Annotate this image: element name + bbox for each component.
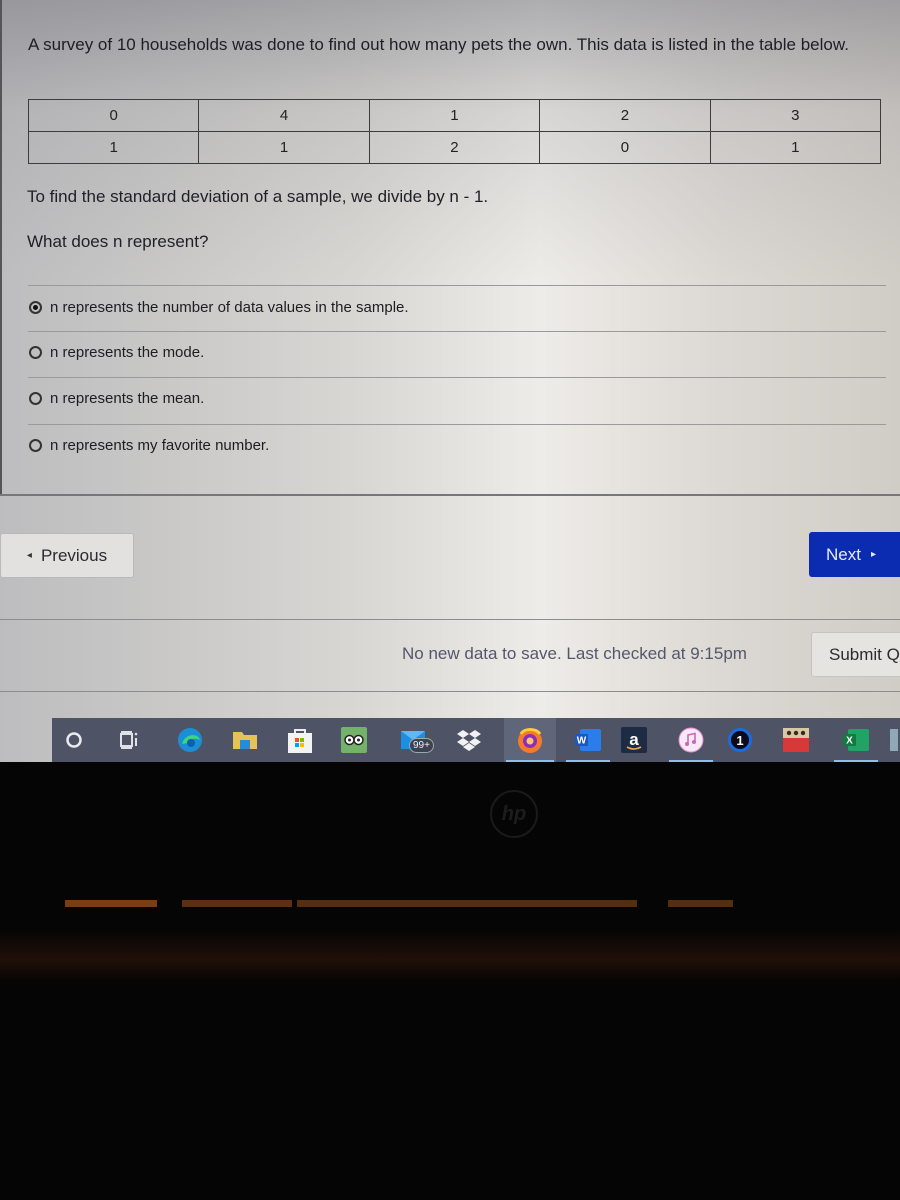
option-label: n represents my favorite number. bbox=[50, 437, 270, 454]
game-app-icon bbox=[782, 727, 810, 753]
answer-option-1[interactable]: n represents the number of data values i… bbox=[29, 299, 409, 316]
taskbar-file-explorer[interactable] bbox=[225, 718, 265, 762]
submit-label: Submit Q bbox=[829, 644, 900, 664]
table-cell: 3 bbox=[709, 99, 882, 132]
laptop-bezel bbox=[0, 762, 900, 1200]
table-row: 04123 bbox=[27, 99, 882, 132]
taskbar-task-view[interactable] bbox=[109, 718, 149, 762]
taskbar-word[interactable]: W bbox=[564, 718, 612, 762]
taskbar-amazon[interactable]: a bbox=[614, 718, 654, 762]
question-statement: To find the standard deviation of a samp… bbox=[27, 187, 489, 206]
taskbar-firefox[interactable] bbox=[504, 718, 556, 762]
one-password-icon: 1 bbox=[727, 727, 753, 753]
table-cell: 4 bbox=[198, 99, 370, 132]
footer-divider bbox=[0, 619, 900, 620]
table-cell: 1 bbox=[27, 131, 200, 164]
section-divider bbox=[0, 494, 900, 496]
hinge-reflection bbox=[297, 900, 637, 907]
option-divider bbox=[28, 285, 886, 286]
next-label: Next bbox=[826, 544, 861, 564]
music-note-icon bbox=[678, 727, 704, 753]
windows-taskbar: 99+ W a 1 X bbox=[52, 718, 900, 762]
hinge-reflection bbox=[182, 900, 292, 907]
content-left-border bbox=[0, 0, 2, 495]
search-circle-icon bbox=[65, 731, 83, 749]
caret-right-icon: ▸ bbox=[870, 549, 876, 560]
taskbar-tripadvisor[interactable] bbox=[334, 718, 374, 762]
next-button[interactable]: Next ▸ bbox=[809, 532, 900, 577]
caret-left-icon: ◂ bbox=[26, 550, 32, 561]
radio-button[interactable] bbox=[29, 346, 42, 359]
edge-browser-icon bbox=[176, 726, 204, 754]
amazon-icon: a bbox=[620, 726, 648, 754]
question-prompt: What does n represent? bbox=[27, 232, 209, 251]
keyboard-glow bbox=[0, 930, 900, 980]
taskbar-mail[interactable]: 99+ bbox=[394, 718, 434, 762]
task-view-icon bbox=[118, 729, 140, 751]
table-cell: 2 bbox=[368, 131, 541, 164]
taskbar-microsoft-store[interactable] bbox=[280, 718, 320, 762]
taskbar-excel[interactable]: X bbox=[832, 718, 880, 762]
previous-button[interactable]: ◂ Previous bbox=[0, 533, 134, 578]
notification-badge: 99+ bbox=[409, 738, 434, 753]
table-cell: 0 bbox=[539, 131, 711, 164]
firefox-icon bbox=[516, 726, 544, 754]
radio-button[interactable] bbox=[29, 392, 42, 405]
taskbar-overflow-item[interactable] bbox=[887, 718, 900, 762]
store-bag-icon bbox=[287, 726, 313, 754]
option-divider bbox=[28, 377, 886, 378]
mail-icon: 99+ bbox=[399, 726, 434, 754]
svg-text:W: W bbox=[577, 736, 587, 747]
dropbox-icon bbox=[456, 728, 482, 752]
taskbar-itunes[interactable] bbox=[667, 718, 715, 762]
answer-option-2[interactable]: n represents the mode. bbox=[29, 344, 204, 361]
svg-text:1: 1 bbox=[736, 733, 743, 748]
word-icon: W bbox=[574, 727, 602, 753]
option-divider bbox=[28, 331, 886, 332]
svg-text:X: X bbox=[846, 736, 853, 747]
browser-screen: A survey of 10 households was done to fi… bbox=[0, 0, 900, 762]
option-label: n represents the mode. bbox=[50, 344, 205, 361]
hinge-reflection bbox=[65, 900, 157, 907]
partial-app-icon bbox=[889, 727, 898, 753]
save-status-text: No new data to save. Last checked at 9:1… bbox=[402, 644, 747, 663]
svg-text:a: a bbox=[629, 730, 639, 749]
radio-button[interactable] bbox=[29, 301, 42, 314]
taskbar-game-app[interactable] bbox=[776, 718, 816, 762]
radio-button[interactable] bbox=[29, 439, 42, 452]
option-label: n represents the mean. bbox=[50, 390, 205, 407]
folder-icon bbox=[232, 729, 258, 751]
table-row: 11201 bbox=[27, 131, 882, 164]
table-cell: 1 bbox=[198, 131, 370, 164]
taskbar-cortana-search[interactable] bbox=[54, 718, 94, 762]
previous-label: Previous bbox=[40, 545, 108, 565]
submit-quiz-button[interactable]: Submit Q bbox=[811, 632, 900, 677]
owl-icon bbox=[340, 726, 368, 754]
table-cell: 1 bbox=[709, 131, 882, 164]
option-label: n represents the number of data values i… bbox=[50, 299, 409, 316]
question-intro: A survey of 10 households was done to fi… bbox=[28, 35, 849, 54]
excel-icon: X bbox=[842, 727, 870, 753]
taskbar-1password[interactable]: 1 bbox=[720, 718, 760, 762]
pets-data-table: 0412311201 bbox=[27, 99, 882, 164]
taskbar-edge[interactable] bbox=[170, 718, 210, 762]
footer-divider bbox=[0, 691, 900, 692]
answer-option-3[interactable]: n represents the mean. bbox=[29, 390, 204, 407]
hp-logo: hp bbox=[490, 790, 538, 838]
answer-option-4[interactable]: n represents my favorite number. bbox=[29, 437, 269, 454]
hinge-reflection bbox=[668, 900, 733, 907]
table-cell: 1 bbox=[368, 99, 541, 132]
option-divider bbox=[28, 424, 886, 425]
table-cell: 2 bbox=[539, 99, 711, 132]
table-cell: 0 bbox=[27, 99, 200, 132]
taskbar-dropbox[interactable] bbox=[449, 718, 489, 762]
